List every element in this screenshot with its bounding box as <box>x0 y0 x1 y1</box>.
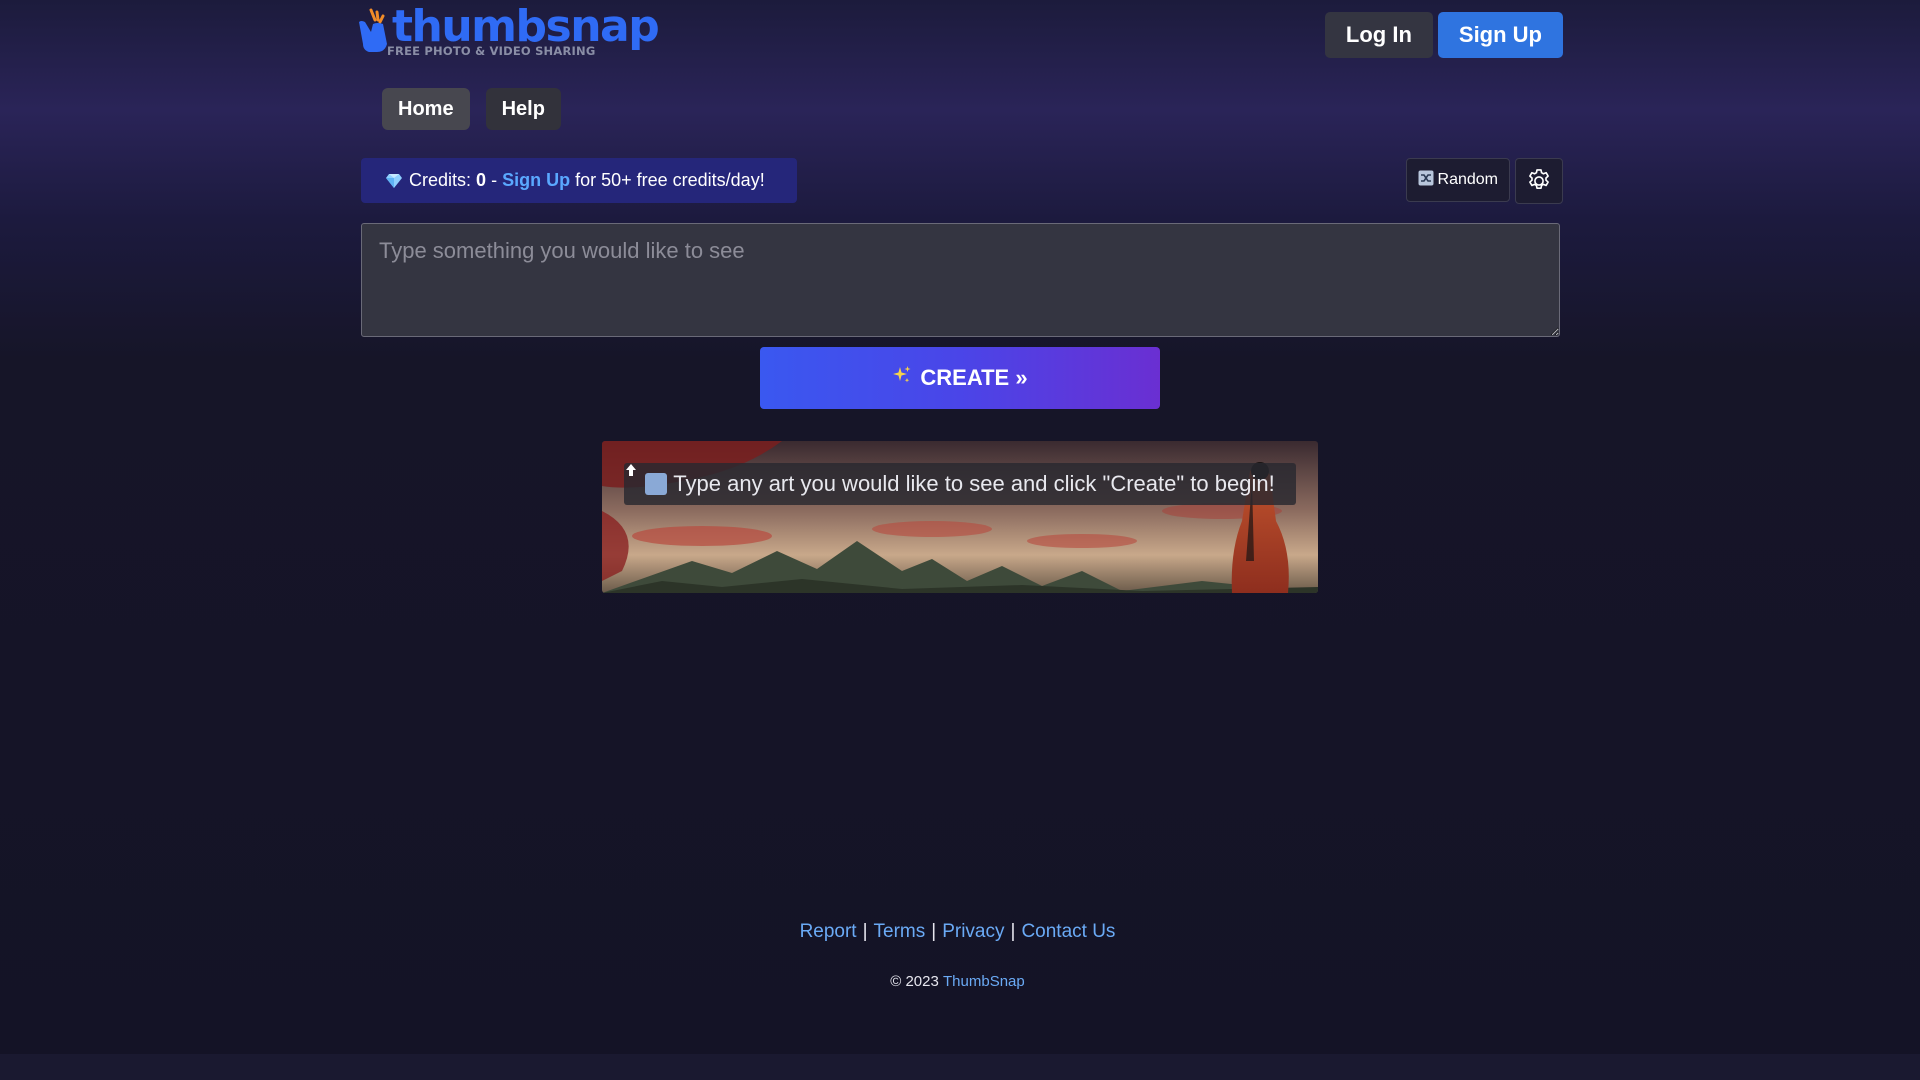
create-button[interactable]: CREATE » <box>760 347 1160 409</box>
nav-home-button[interactable]: Home <box>382 88 470 130</box>
random-label: Random <box>1437 171 1498 188</box>
credits-label: Credits: <box>409 170 472 190</box>
tools: Random <box>1405 158 1563 204</box>
logo-hand-icon <box>359 8 387 52</box>
banner-text: Type any art you would like to see and c… <box>673 471 1275 496</box>
diamond-icon <box>385 173 403 189</box>
example-banner: Type any art you would like to see and c… <box>602 441 1318 593</box>
footer-separator: | <box>1010 921 1016 942</box>
create-label: CREATE » <box>920 365 1028 390</box>
copyright: © 2023 ThumbSnap <box>355 973 1560 990</box>
logo-tagline: FREE PHOTO & VIDEO SHARING <box>387 44 596 58</box>
random-button[interactable]: Random <box>1405 158 1510 202</box>
main-nav: Home Help <box>382 88 561 130</box>
footer-terms-link[interactable]: Terms <box>874 921 926 942</box>
up-arrow-icon <box>626 464 668 495</box>
footer-privacy-link[interactable]: Privacy <box>942 921 1004 942</box>
footer-links: Report | Terms | Privacy | Contact Us <box>355 921 1560 943</box>
shuffle-icon <box>1418 170 1434 191</box>
copyright-link[interactable]: ThumbSnap <box>943 973 1025 990</box>
settings-button[interactable] <box>1515 158 1563 204</box>
credits-suffix: for 50+ free credits/day! <box>575 170 765 190</box>
credits-bar: Credits: 0 - Sign Up for 50+ free credit… <box>361 158 797 203</box>
credits-dash: - <box>491 170 498 190</box>
login-button[interactable]: Log In <box>1324 12 1433 58</box>
logo[interactable]: thumbsnap FREE PHOTO & VIDEO SHARING <box>357 2 660 60</box>
prompt-input[interactable] <box>361 223 1560 337</box>
auth-buttons: Log In Sign Up <box>1324 12 1563 58</box>
footer-separator: | <box>862 921 868 942</box>
credits-signup-link[interactable]: Sign Up <box>502 170 570 191</box>
nav-help-button[interactable]: Help <box>485 88 561 130</box>
signup-button[interactable]: Sign Up <box>1437 12 1563 58</box>
bottom-strip <box>0 1054 1920 1080</box>
credits-count: 0 <box>476 170 487 190</box>
footer-separator: | <box>931 921 937 942</box>
sparkles-icon <box>892 365 912 391</box>
copyright-text: © 2023 <box>890 973 939 990</box>
footer-contact-link[interactable]: Contact Us <box>1021 921 1115 942</box>
gear-icon <box>1529 169 1549 190</box>
banner-message: Type any art you would like to see and c… <box>624 463 1296 505</box>
footer-report-link[interactable]: Report <box>800 921 857 942</box>
